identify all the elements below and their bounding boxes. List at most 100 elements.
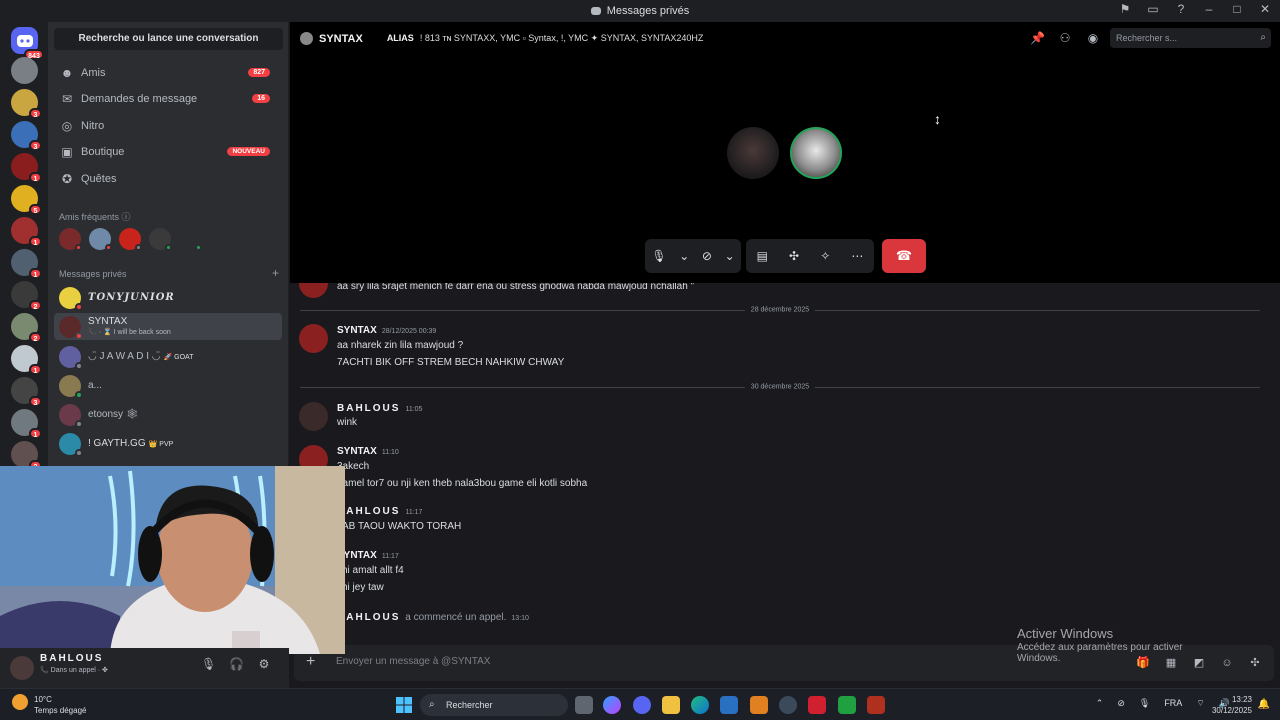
avatar[interactable] [299, 283, 328, 298]
soundboard-icon[interactable]: ✧ [820, 249, 830, 263]
call-participant-avatar-speaking[interactable] [790, 127, 842, 179]
headset-icon[interactable]: 🎧 [229, 657, 244, 671]
server-icon[interactable] [11, 57, 38, 84]
nav-nitro[interactable]: ◎ Nitro [54, 113, 282, 138]
dm-item[interactable]: ! GAYTH.GG 👑 PVP [54, 430, 282, 457]
nav-shop[interactable]: ▣ Boutique NOUVEAU [54, 139, 282, 164]
server-icon[interactable]: 2 [11, 313, 42, 343]
server-icon[interactable]: 1 [11, 249, 42, 279]
add-member-icon[interactable]: ⚇ [1058, 31, 1072, 45]
chevron-down-icon[interactable]: ⌄ [679, 249, 689, 263]
nav-message-requests[interactable]: ✉ Demandes de message 16 [54, 86, 282, 111]
microphone-icon[interactable]: 🎙 [201, 657, 216, 671]
server-icon[interactable]: 3 [11, 121, 42, 151]
apps-icon[interactable]: ✣ [1248, 656, 1262, 670]
header-search-input[interactable]: Rechercher s... ⌕ [1110, 28, 1271, 48]
mic-control[interactable]: 🎙 ⌄ ⊘ ⌄ [645, 239, 741, 273]
message-text: wink [337, 417, 358, 428]
windows-start-icon[interactable] [396, 697, 412, 713]
chevron-down-icon[interactable]: ⌄ [725, 249, 735, 263]
dm-item[interactable]: TONYJUNIOR [54, 284, 282, 311]
attach-plus-icon[interactable]: + [306, 654, 322, 670]
microphone-icon[interactable]: 🎙 [1139, 698, 1150, 709]
server-icon[interactable]: 1 [11, 153, 42, 183]
screen-share-icon[interactable]: ▤ [757, 249, 768, 263]
nav-quests[interactable]: ✪ Quêtes [54, 166, 282, 191]
dm-item[interactable]: ◡̈ J A W A D I ◡̈ 🚀 GOAT [54, 343, 282, 370]
frequent-friend-avatar[interactable] [89, 228, 112, 251]
call-participant-avatar[interactable] [727, 127, 779, 179]
user-profile-icon[interactable]: ◉ [1086, 31, 1100, 45]
minimize-icon[interactable]: – [1202, 2, 1216, 16]
date-label: 30 décembre 2025 [744, 383, 816, 391]
clock[interactable]: 13:23 30/12/2025 [1212, 694, 1252, 716]
avatar[interactable] [299, 402, 328, 431]
pin-icon[interactable]: 📌 [1030, 31, 1045, 45]
activities-icon[interactable]: ✣ [789, 249, 799, 263]
server-icon[interactable]: 1 [11, 345, 42, 375]
discord-taskbar-icon[interactable] [633, 696, 651, 714]
camera-off-icon[interactable]: ⊘ [702, 249, 712, 263]
server-icon[interactable]: 3 [11, 89, 42, 119]
alias-label: ALIAS [386, 33, 414, 43]
server-icon[interactable]: 3 [11, 377, 42, 407]
app-icon[interactable] [808, 696, 826, 714]
conversation-search-button[interactable]: Recherche ou lance une conversation [54, 28, 283, 50]
dm-item-active[interactable]: SYNTAX 📞 · ⌛ I will be back soon [54, 313, 282, 340]
edge-icon[interactable] [691, 696, 709, 714]
close-icon[interactable]: ✕ [1258, 2, 1272, 16]
server-icon[interactable]: 1 [11, 409, 42, 439]
author-name[interactable]: BAHLOUS [337, 403, 400, 414]
server-icon[interactable]: 5 [11, 185, 42, 215]
nav-friends[interactable]: ☻ Amis 827 [54, 60, 282, 85]
call-icon: 📞 [88, 328, 97, 336]
author-name[interactable]: BAHLOUS [337, 506, 400, 517]
app-icon[interactable] [838, 696, 856, 714]
inbox-icon[interactable]: ⚑ [1118, 2, 1132, 16]
more-icon[interactable]: ⋯ [851, 249, 863, 263]
hang-up-button[interactable]: ☎ [882, 239, 926, 273]
dm-item[interactable]: etoonsy 🕸 [54, 401, 282, 428]
maximize-icon[interactable]: □ [1230, 2, 1244, 16]
author-name[interactable]: SYNTAX [337, 446, 377, 457]
server-icon[interactable]: 2 [11, 281, 42, 311]
weather-widget[interactable]: 10°C Temps dégagé [12, 694, 86, 716]
microphone-icon[interactable]: 🎙 [651, 249, 666, 263]
info-icon: ⓘ [121, 212, 131, 222]
message-text: aa nharek zin lila mawjoud ? [337, 340, 464, 351]
language-indicator[interactable]: FRA [1164, 698, 1182, 709]
frequent-friend-avatar[interactable] [119, 228, 142, 251]
wifi-icon[interactable]: ⌔ [1196, 698, 1204, 709]
chevron-up-icon[interactable]: ⌃ [1096, 698, 1104, 709]
call-actions: ▤ ✣ ✧ ⋯ [746, 239, 874, 273]
home-button[interactable]: 843 [11, 27, 44, 60]
dm-name: ◡̈ J A W A D I ◡̈ [88, 351, 161, 362]
frequent-friend-avatar[interactable] [149, 228, 172, 251]
server-icon[interactable]: 2 [11, 441, 42, 471]
channel-name[interactable]: SYNTAX [319, 33, 363, 45]
app-icon[interactable] [750, 696, 768, 714]
copilot-icon[interactable] [603, 696, 621, 714]
frequent-friend-avatar[interactable] [179, 228, 202, 251]
frequent-friend-avatar[interactable] [59, 228, 82, 251]
dm-item[interactable]: a... [54, 372, 282, 399]
help-icon[interactable]: ? [1174, 2, 1188, 16]
message-text: 7ACHTI BIK OFF STREM BECH NAHKIW CHWAY [337, 357, 565, 368]
file-explorer-icon[interactable] [662, 696, 680, 714]
add-dm-icon[interactable]: + [272, 266, 279, 280]
screen-icon[interactable]: ▭ [1146, 2, 1160, 16]
taskbar-search[interactable]: ⌕ Rechercher [420, 694, 568, 716]
author-name[interactable]: SYNTAX [337, 325, 377, 336]
server-icon[interactable]: 1 [11, 217, 42, 247]
avatar[interactable] [299, 324, 328, 353]
store-icon[interactable] [720, 696, 738, 714]
steam-icon[interactable] [779, 696, 797, 714]
winrar-icon[interactable] [867, 696, 885, 714]
user-name[interactable]: BAHLOUS [40, 653, 103, 664]
network-icon[interactable]: ⊘ [1117, 698, 1125, 709]
gear-icon[interactable]: ⚙ [257, 657, 271, 671]
author-name[interactable]: BAHLOUS [337, 612, 400, 623]
avatar[interactable] [10, 656, 34, 680]
task-view-icon[interactable] [575, 696, 593, 714]
notification-icon[interactable]: 🔔 [1258, 699, 1270, 710]
